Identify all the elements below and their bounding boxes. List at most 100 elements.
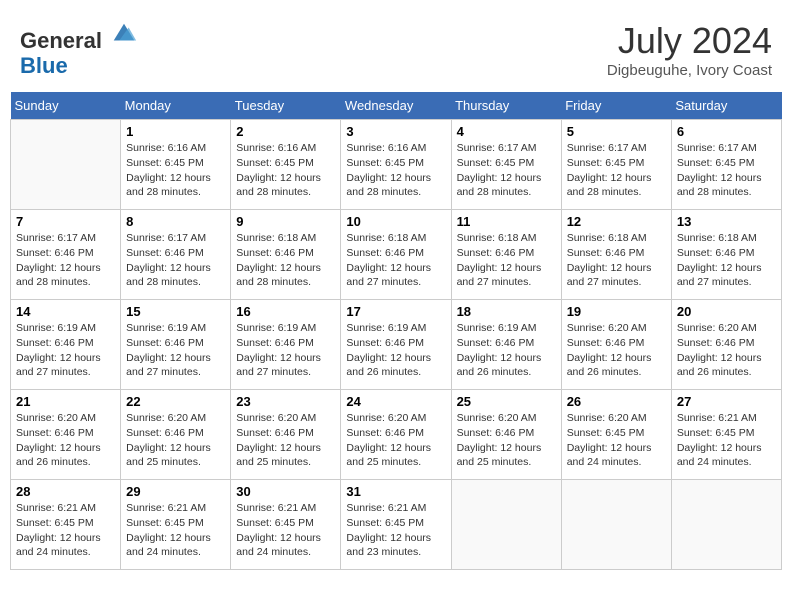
day-number: 9 — [236, 214, 335, 229]
day-info: Sunrise: 6:18 AM Sunset: 6:46 PM Dayligh… — [236, 231, 335, 290]
calendar-week-row: 14 Sunrise: 6:19 AM Sunset: 6:46 PM Dayli… — [11, 300, 782, 390]
day-info: Sunrise: 6:18 AM Sunset: 6:46 PM Dayligh… — [677, 231, 776, 290]
day-info: Sunrise: 6:20 AM Sunset: 6:46 PM Dayligh… — [236, 411, 335, 470]
weekday-header-thursday: Thursday — [451, 92, 561, 120]
day-info: Sunrise: 6:20 AM Sunset: 6:46 PM Dayligh… — [346, 411, 445, 470]
day-number: 22 — [126, 394, 225, 409]
logo-blue: Blue — [20, 53, 138, 79]
calendar-cell: 22 Sunrise: 6:20 AM Sunset: 6:46 PM Dayli… — [121, 390, 231, 480]
calendar-cell: 14 Sunrise: 6:19 AM Sunset: 6:46 PM Dayli… — [11, 300, 121, 390]
day-number: 20 — [677, 304, 776, 319]
day-info: Sunrise: 6:17 AM Sunset: 6:45 PM Dayligh… — [567, 141, 666, 200]
weekday-header-tuesday: Tuesday — [231, 92, 341, 120]
day-number: 13 — [677, 214, 776, 229]
month-title: July 2024 — [607, 20, 772, 62]
logo: General Blue — [20, 20, 138, 79]
day-number: 19 — [567, 304, 666, 319]
day-number: 31 — [346, 484, 445, 499]
calendar-cell: 7Sunrise: 6:17 AM Sunset: 6:46 PM Daylig… — [11, 210, 121, 300]
day-info: Sunrise: 6:17 AM Sunset: 6:46 PM Dayligh… — [126, 231, 225, 290]
day-info: Sunrise: 6:18 AM Sunset: 6:46 PM Dayligh… — [346, 231, 445, 290]
day-info: Sunrise: 6:19 AM Sunset: 6:46 PM Dayligh… — [16, 321, 115, 380]
calendar-cell: 2 Sunrise: 6:16 AM Sunset: 6:45 PM Daylig… — [231, 120, 341, 210]
calendar-cell: 12 Sunrise: 6:18 AM Sunset: 6:46 PM Dayli… — [561, 210, 671, 300]
day-info: Sunrise: 6:21 AM Sunset: 6:45 PM Dayligh… — [16, 501, 115, 560]
calendar-table: SundayMondayTuesdayWednesdayThursdayFrid… — [10, 92, 782, 570]
location: Digbeuguhe, Ivory Coast — [607, 62, 772, 79]
month-info: July 2024 Digbeuguhe, Ivory Coast — [607, 20, 772, 79]
calendar-cell: 16Sunrise: 6:19 AM Sunset: 6:46 PM Dayli… — [231, 300, 341, 390]
day-info: Sunrise: 6:19 AM Sunset: 6:46 PM Dayligh… — [457, 321, 556, 380]
day-number: 1 — [126, 124, 225, 139]
day-number: 26 — [567, 394, 666, 409]
day-info: Sunrise: 6:19 AM Sunset: 6:46 PM Dayligh… — [126, 321, 225, 380]
calendar-cell — [11, 120, 121, 210]
calendar-cell: 19 Sunrise: 6:20 AM Sunset: 6:46 PM Dayli… — [561, 300, 671, 390]
calendar-cell: 23Sunrise: 6:20 AM Sunset: 6:46 PM Dayli… — [231, 390, 341, 480]
day-number: 15 — [126, 304, 225, 319]
calendar-week-row: 7Sunrise: 6:17 AM Sunset: 6:46 PM Daylig… — [11, 210, 782, 300]
day-info: Sunrise: 6:17 AM Sunset: 6:45 PM Dayligh… — [457, 141, 556, 200]
calendar-cell: 26Sunrise: 6:20 AM Sunset: 6:45 PM Dayli… — [561, 390, 671, 480]
day-number: 21 — [16, 394, 115, 409]
calendar-cell: 27Sunrise: 6:21 AM Sunset: 6:45 PM Dayli… — [671, 390, 781, 480]
day-info: Sunrise: 6:16 AM Sunset: 6:45 PM Dayligh… — [346, 141, 445, 200]
calendar-cell: 28Sunrise: 6:21 AM Sunset: 6:45 PM Dayli… — [11, 480, 121, 570]
day-info: Sunrise: 6:19 AM Sunset: 6:46 PM Dayligh… — [236, 321, 335, 380]
calendar-cell: 13 Sunrise: 6:18 AM Sunset: 6:46 PM Dayli… — [671, 210, 781, 300]
day-number: 24 — [346, 394, 445, 409]
day-info: Sunrise: 6:20 AM Sunset: 6:46 PM Dayligh… — [677, 321, 776, 380]
calendar-cell: 24 Sunrise: 6:20 AM Sunset: 6:46 PM Dayli… — [341, 390, 451, 480]
day-info: Sunrise: 6:20 AM Sunset: 6:46 PM Dayligh… — [567, 321, 666, 380]
weekday-header-sunday: Sunday — [11, 92, 121, 120]
day-number: 2 — [236, 124, 335, 139]
day-info: Sunrise: 6:21 AM Sunset: 6:45 PM Dayligh… — [346, 501, 445, 560]
day-number: 18 — [457, 304, 556, 319]
calendar-cell: 20 Sunrise: 6:20 AM Sunset: 6:46 PM Dayli… — [671, 300, 781, 390]
day-info: Sunrise: 6:17 AM Sunset: 6:45 PM Dayligh… — [677, 141, 776, 200]
day-info: Sunrise: 6:19 AM Sunset: 6:46 PM Dayligh… — [346, 321, 445, 380]
day-info: Sunrise: 6:21 AM Sunset: 6:45 PM Dayligh… — [677, 411, 776, 470]
calendar-cell: 15 Sunrise: 6:19 AM Sunset: 6:46 PM Dayli… — [121, 300, 231, 390]
calendar-week-row: 1 Sunrise: 6:16 AM Sunset: 6:45 PM Daylig… — [11, 120, 782, 210]
day-info: Sunrise: 6:20 AM Sunset: 6:46 PM Dayligh… — [457, 411, 556, 470]
day-number: 30 — [236, 484, 335, 499]
calendar-cell: 4 Sunrise: 6:17 AM Sunset: 6:45 PM Daylig… — [451, 120, 561, 210]
day-number: 17 — [346, 304, 445, 319]
calendar-cell: 8 Sunrise: 6:17 AM Sunset: 6:46 PM Daylig… — [121, 210, 231, 300]
day-number: 10 — [346, 214, 445, 229]
day-info: Sunrise: 6:21 AM Sunset: 6:45 PM Dayligh… — [126, 501, 225, 560]
day-info: Sunrise: 6:20 AM Sunset: 6:46 PM Dayligh… — [126, 411, 225, 470]
day-number: 3 — [346, 124, 445, 139]
day-number: 4 — [457, 124, 556, 139]
day-number: 29 — [126, 484, 225, 499]
calendar-cell: 25Sunrise: 6:20 AM Sunset: 6:46 PM Dayli… — [451, 390, 561, 480]
calendar-cell: 10 Sunrise: 6:18 AM Sunset: 6:46 PM Dayli… — [341, 210, 451, 300]
day-info: Sunrise: 6:18 AM Sunset: 6:46 PM Dayligh… — [567, 231, 666, 290]
weekday-header-friday: Friday — [561, 92, 671, 120]
day-number: 12 — [567, 214, 666, 229]
calendar-cell: 18 Sunrise: 6:19 AM Sunset: 6:46 PM Dayli… — [451, 300, 561, 390]
calendar-cell — [561, 480, 671, 570]
day-number: 8 — [126, 214, 225, 229]
logo-general: General — [20, 20, 138, 53]
calendar-week-row: 28Sunrise: 6:21 AM Sunset: 6:45 PM Dayli… — [11, 480, 782, 570]
day-info: Sunrise: 6:16 AM Sunset: 6:45 PM Dayligh… — [236, 141, 335, 200]
day-info: Sunrise: 6:17 AM Sunset: 6:46 PM Dayligh… — [16, 231, 115, 290]
weekday-header-wednesday: Wednesday — [341, 92, 451, 120]
calendar-cell: 29 Sunrise: 6:21 AM Sunset: 6:45 PM Dayli… — [121, 480, 231, 570]
calendar-cell: 3 Sunrise: 6:16 AM Sunset: 6:45 PM Daylig… — [341, 120, 451, 210]
weekday-header-saturday: Saturday — [671, 92, 781, 120]
weekday-header-monday: Monday — [121, 92, 231, 120]
calendar-cell: 5 Sunrise: 6:17 AM Sunset: 6:45 PM Daylig… — [561, 120, 671, 210]
calendar-cell: 1 Sunrise: 6:16 AM Sunset: 6:45 PM Daylig… — [121, 120, 231, 210]
calendar-week-row: 21 Sunrise: 6:20 AM Sunset: 6:46 PM Dayli… — [11, 390, 782, 480]
day-info: Sunrise: 6:20 AM Sunset: 6:46 PM Dayligh… — [16, 411, 115, 470]
day-number: 5 — [567, 124, 666, 139]
calendar-cell: 9 Sunrise: 6:18 AM Sunset: 6:46 PM Daylig… — [231, 210, 341, 300]
day-info: Sunrise: 6:16 AM Sunset: 6:45 PM Dayligh… — [126, 141, 225, 200]
day-number: 14 — [16, 304, 115, 319]
calendar-cell: 21 Sunrise: 6:20 AM Sunset: 6:46 PM Dayli… — [11, 390, 121, 480]
page-header: General Blue July 2024 Digbeuguhe, Ivory… — [10, 10, 782, 84]
calendar-cell: 6Sunrise: 6:17 AM Sunset: 6:45 PM Daylig… — [671, 120, 781, 210]
